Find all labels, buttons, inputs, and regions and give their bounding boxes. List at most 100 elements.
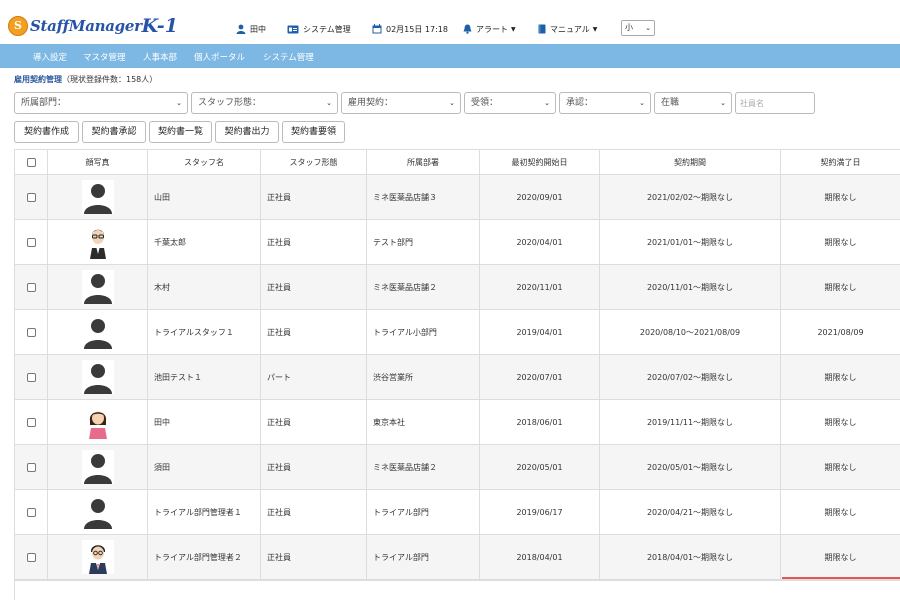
- logo-version: K-1: [141, 15, 178, 37]
- end-date-cell: 期限なし: [780, 174, 900, 220]
- avatar-man-glasses-icon: [81, 225, 114, 259]
- logo-text: StaffManager: [30, 17, 142, 35]
- app-logo[interactable]: S StaffManager K-1: [8, 15, 178, 37]
- font-size-select[interactable]: 小 ⌄: [621, 20, 655, 36]
- user-menu[interactable]: 田中: [236, 22, 266, 36]
- staff-type-filter-label: スタッフ形態：: [198, 98, 262, 108]
- period-cell: 2020/08/10～2021/08/09: [599, 309, 781, 355]
- period-cell: 2019/11/11～期限なし: [599, 399, 781, 445]
- staff-name-cell[interactable]: 池田テスト１: [147, 354, 261, 400]
- staff-name-cell[interactable]: 須田: [147, 444, 261, 490]
- row-checkbox[interactable]: [26, 372, 36, 382]
- staff-name-cell[interactable]: 千葉太郎: [147, 219, 261, 265]
- contract-guide-button[interactable]: 契約書要領: [282, 121, 345, 143]
- row-checkbox[interactable]: [26, 327, 36, 337]
- table-row[interactable]: 山田 正社員 ミネ医薬品店舗３ 2020/09/01 2021/02/02～期限なし 期限…: [14, 174, 900, 220]
- table-row[interactable]: 千葉太郎 正社員 テスト部門 2020/04/01 2021/01/01～期限なし 期限な…: [14, 219, 900, 265]
- department-filter[interactable]: 所属部門： ⌄: [14, 92, 188, 114]
- contract-filter[interactable]: 雇用契約： ⌄: [341, 92, 461, 114]
- user-icon: [236, 24, 246, 34]
- column-header-first-start[interactable]: 最初契約開始日: [479, 149, 600, 175]
- row-checkbox[interactable]: [26, 192, 36, 202]
- column-header-staff-type[interactable]: スタッフ形態: [260, 149, 367, 175]
- menu-item-master[interactable]: マスタ管理: [83, 51, 126, 63]
- first-start-cell: 2020/11/01: [479, 264, 600, 310]
- department-cell: テスト部門: [366, 219, 480, 265]
- staff-name-cell[interactable]: トライアル部門管理者１: [147, 489, 261, 535]
- employment-status-value: 在職: [661, 98, 680, 108]
- period-cell: 2020/04/21～期限なし: [599, 489, 781, 535]
- approve-contract-button[interactable]: 契約書承認: [82, 121, 146, 143]
- table-row[interactable]: 須田 正社員 ミネ医薬品店舗２ 2020/05/01 2020/05/01～期限なし 期限…: [14, 444, 900, 490]
- first-start-cell: 2018/06/01: [479, 399, 600, 445]
- row-checkbox[interactable]: [26, 282, 36, 292]
- create-contract-button[interactable]: 契約書作成: [14, 121, 79, 143]
- column-header-staff-name[interactable]: スタッフ名: [147, 149, 261, 175]
- column-header-end-date[interactable]: 契約満了日: [780, 149, 900, 175]
- department-cell: ミネ医薬品店舗２: [366, 444, 480, 490]
- menu-item-hr[interactable]: 人事本部: [143, 51, 177, 63]
- table-row[interactable]: 池田テスト１ パート 渋谷営業所 2020/07/01 2020/07/02～期限なし期…: [14, 354, 900, 400]
- scroll-indicator: [782, 577, 900, 579]
- datetime-text: 02月15日 17:18: [386, 24, 448, 34]
- manual-label: マニュアル: [550, 24, 590, 34]
- app-root: S StaffManager K-1 田中 システム管理 02月15日 17:1…: [0, 0, 900, 600]
- row-checkbox[interactable]: [26, 417, 36, 427]
- photo-cell: [47, 174, 148, 220]
- chevron-down-icon: ⌄: [645, 24, 651, 32]
- first-start-cell: 2019/04/01: [479, 309, 600, 355]
- row-checkbox[interactable]: [26, 237, 36, 247]
- staff-name-cell[interactable]: 田中: [147, 399, 261, 445]
- column-header-period[interactable]: 契約期間: [599, 149, 781, 175]
- alert-menu[interactable]: アラート ▼: [463, 22, 516, 36]
- staff-type-cell: 正社員: [260, 219, 367, 265]
- contract-table: 顔写真 スタッフ名 スタッフ形態 所属部署 最初契約開始日 契約期間 契約満了日…: [14, 149, 900, 580]
- avatar-silhouette-icon: [81, 450, 114, 484]
- avatar-woman-icon: [81, 405, 114, 439]
- export-contract-button[interactable]: 契約書出力: [215, 121, 279, 143]
- row-checkbox[interactable]: [26, 462, 36, 472]
- period-cell: 2021/01/01～期限なし: [599, 219, 781, 265]
- table-row[interactable]: トライアル部門管理者２ 正社員 トライアル部門 2018/04/01 2018/04/0…: [14, 534, 900, 580]
- menu-item-portal[interactable]: 個人ポータル: [194, 51, 245, 63]
- received-filter[interactable]: 受領： ⌄: [464, 92, 556, 114]
- select-all-cell: [14, 149, 48, 175]
- period-cell: 2021/02/02～期限なし: [599, 174, 781, 220]
- approval-filter[interactable]: 承認： ⌄: [559, 92, 651, 114]
- staff-name-cell[interactable]: 山田: [147, 174, 261, 220]
- table-header-row: 顔写真 スタッフ名 スタッフ形態 所属部署 最初契約開始日 契約期間 契約満了日: [14, 149, 900, 175]
- datetime: 02月15日 17:18: [372, 22, 448, 36]
- row-select-cell: [14, 309, 48, 355]
- column-header-photo[interactable]: 顔写真: [47, 149, 148, 175]
- department-cell: 東京本社: [366, 399, 480, 445]
- chevron-down-icon: ⌄: [326, 99, 332, 107]
- end-date-cell: 期限なし: [780, 534, 900, 580]
- menu-item-system[interactable]: システム管理: [263, 51, 314, 63]
- staff-name-cell[interactable]: トライアルスタッフ１: [147, 309, 261, 355]
- staff-type-cell: 正社員: [260, 489, 367, 535]
- select-all-checkbox[interactable]: [26, 157, 36, 167]
- admin-link[interactable]: システム管理: [287, 22, 351, 36]
- table-row[interactable]: トライアル部門管理者１ 正社員 トライアル部門 2019/06/17 2020/04/2…: [14, 489, 900, 535]
- table-row[interactable]: 木村 正社員 ミネ医薬品店舗２ 2020/11/01 2020/11/01～期限なし 期限…: [14, 264, 900, 310]
- staff-type-cell: 正社員: [260, 309, 367, 355]
- photo-cell: [47, 354, 148, 400]
- manual-menu[interactable]: マニュアル ▼: [538, 22, 597, 36]
- row-checkbox[interactable]: [26, 552, 36, 562]
- row-checkbox[interactable]: [26, 507, 36, 517]
- staff-name-cell[interactable]: トライアル部門管理者２: [147, 534, 261, 580]
- department-cell: ミネ医薬品店舗２: [366, 264, 480, 310]
- staff-name-cell[interactable]: 木村: [147, 264, 261, 310]
- menu-item-setup[interactable]: 導入設定: [33, 51, 67, 63]
- contract-list-button[interactable]: 契約書一覧: [149, 121, 212, 143]
- staff-type-filter[interactable]: スタッフ形態： ⌄: [191, 92, 338, 114]
- staff-type-cell: パート: [260, 354, 367, 400]
- employee-name-input[interactable]: [735, 92, 815, 114]
- employment-status-filter[interactable]: 在職 ⌄: [654, 92, 732, 114]
- chevron-down-icon: ⌄: [720, 99, 726, 107]
- table-row[interactable]: 田中 正社員 東京本社 2018/06/01 2019/11/11～期限なし 期限なし: [14, 399, 900, 445]
- column-header-department[interactable]: 所属部署: [366, 149, 480, 175]
- chevron-down-icon: ▼: [511, 25, 516, 33]
- staff-type-cell: 正社員: [260, 264, 367, 310]
- table-row[interactable]: トライアルスタッフ１ 正社員 トライアル小部門 2019/04/01 2020/08/1…: [14, 309, 900, 355]
